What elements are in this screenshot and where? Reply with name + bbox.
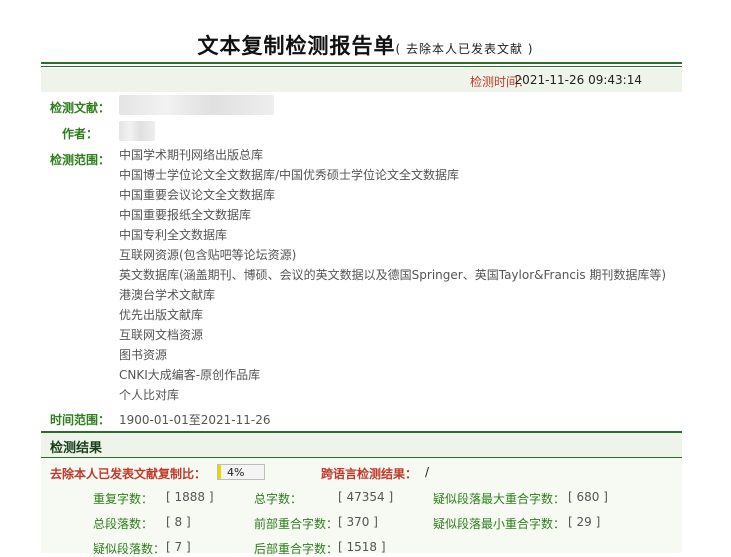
detect-time-value: 2021-11-26 09:43:14: [514, 73, 642, 87]
document-label: 检测文献：: [50, 101, 111, 115]
stat-value-back-overlap: [ 1518 ]: [338, 540, 386, 554]
detect-time-bar: 检测时间： 2021-11-26 09:43:14: [41, 68, 682, 92]
report-title-main: 文本复制检测报告单: [197, 34, 396, 58]
stat-value-front-overlap: [ 370 ]: [338, 515, 378, 529]
stat-label-max-overlap: 疑似段落最大重合字数：: [433, 492, 566, 506]
stat-value-total-chars: [ 47354 ]: [338, 490, 394, 504]
stat-label-min-overlap: 疑似段落最小重合字数：: [433, 517, 566, 531]
time-range-label: 时间范围：: [50, 413, 111, 427]
document-title-redacted: [119, 95, 274, 115]
stat-value-min-overlap: [ 29 ]: [568, 515, 601, 529]
scope-item: 中国学术期刊网络出版总库: [119, 148, 264, 162]
report-title-sub: ( 去除本人已发表文献 ): [395, 42, 534, 56]
scope-item: 互联网资源(包含贴吧等论坛资源): [119, 248, 297, 262]
stat-label-suspect-paragraphs: 疑似段落数：: [93, 542, 166, 556]
stat-label-repeat-chars: 重复字数：: [93, 492, 154, 506]
scope-item: 互联网文档资源: [119, 328, 204, 342]
results-header: 检测结果: [41, 433, 682, 457]
stat-label-back-overlap: 后部重合字数：: [254, 542, 339, 556]
ratio-progress-fill: [218, 465, 221, 479]
ratio-progress-text: 4%: [227, 466, 245, 479]
results-title: 检测结果: [50, 441, 103, 456]
stat-label-front-overlap: 前部重合字数：: [254, 517, 339, 531]
stat-value-repeat-chars: [ 1888 ]: [166, 490, 214, 504]
cross-language-label: 跨语言检测结果：: [321, 467, 418, 481]
scope-item: 个人比对库: [119, 388, 180, 402]
scope-label: 检测范围：: [50, 153, 111, 167]
report-title: 文本复制检测报告单( 去除本人已发表文献 ): [0, 30, 731, 60]
scope-item: 中国专利全文数据库: [119, 228, 228, 242]
stat-value-total-paragraphs: [ 8 ]: [166, 515, 191, 529]
ratio-progress-bar: 4%: [217, 464, 265, 480]
scope-item: 中国博士学位论文全文数据库/中国优秀硕士学位论文全文数据库: [119, 168, 460, 182]
scope-list: 中国学术期刊网络出版总库中国博士学位论文全文数据库/中国优秀硕士学位论文全文数据…: [119, 148, 666, 408]
scope-item: 中国重要会议论文全文数据库: [119, 188, 276, 202]
cross-language-value: /: [425, 465, 430, 479]
stat-value-max-overlap: [ 680 ]: [568, 490, 608, 504]
header-rule-thin: [41, 66, 682, 67]
ratio-label: 去除本人已发表文献复制比：: [50, 467, 207, 481]
scope-item: CNKI大成编客-原创作品库: [119, 368, 261, 382]
scope-item: 优先出版文献库: [119, 308, 204, 322]
scope-item: 港澳台学术文献库: [119, 288, 216, 302]
stat-label-total-paragraphs: 总段落数：: [93, 517, 154, 531]
stat-value-suspect-paragraphs: [ 7 ]: [166, 540, 191, 554]
stat-label-total-chars: 总字数：: [254, 492, 303, 506]
header-rule: [41, 62, 682, 64]
author-label: 作者：: [62, 127, 99, 141]
author-name-redacted: [119, 121, 155, 141]
scope-item: 中国重要报纸全文数据库: [119, 208, 252, 222]
scope-item: 图书资源: [119, 348, 168, 362]
time-range-value: 1900-01-01至2021-11-26: [119, 413, 271, 427]
scope-item: 英文数据库(涵盖期刊、博硕、会议的英文数据以及德国Springer、英国Tayl…: [119, 268, 667, 282]
